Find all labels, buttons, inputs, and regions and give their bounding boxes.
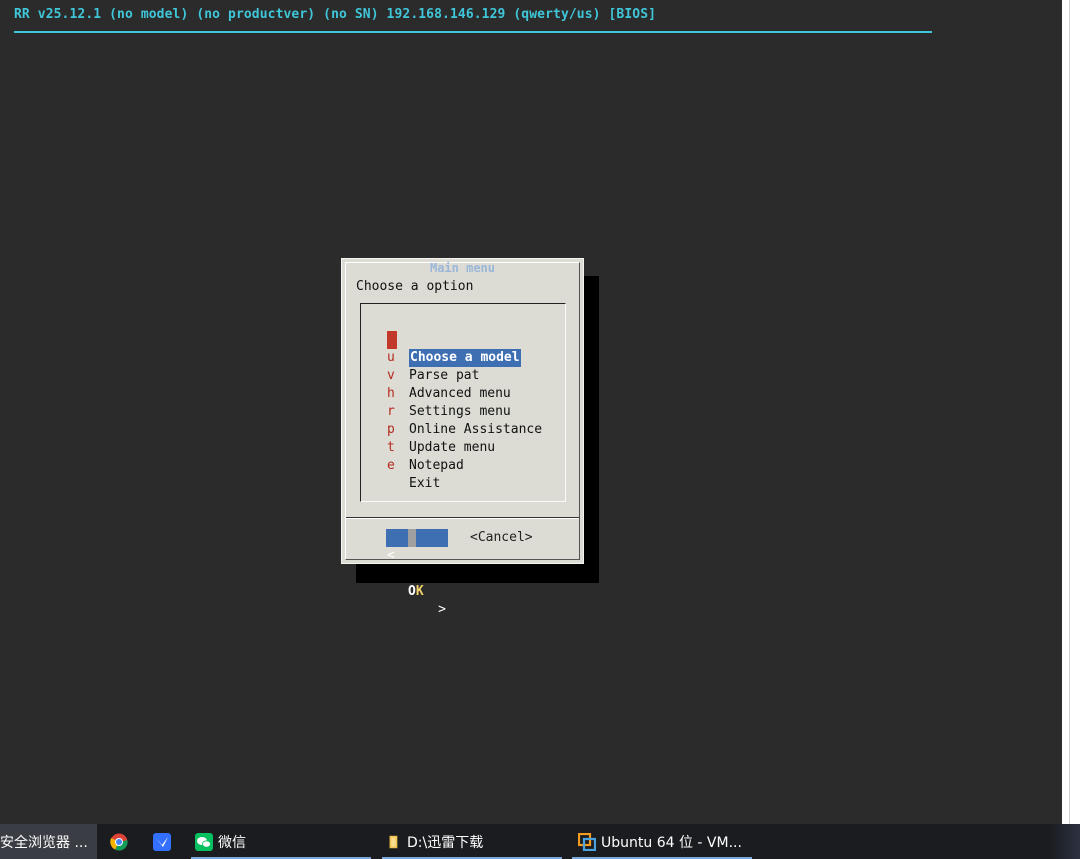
status-divider (14, 31, 932, 33)
taskbar-item-browser[interactable]: 安全浏览器 ... (0, 824, 97, 859)
ok-label: OK (408, 583, 424, 601)
ok-label-o: O (408, 584, 416, 599)
dialog-separator-highlight (346, 518, 579, 519)
window-right-edge (1062, 0, 1080, 824)
menu-label: Online Assistance (409, 422, 543, 437)
taskbar-item-vmware[interactable]: Ubuntu 64 位 - VM... (572, 824, 752, 859)
taskbar-item-chrome[interactable] (110, 824, 132, 859)
menu-label: Advanced menu (409, 386, 511, 401)
wechat-icon (195, 832, 213, 851)
ok-bracket-left: < (387, 548, 395, 563)
main-menu-dialog: Main menu Choose a option m Choose a mod… (341, 258, 584, 617)
text-cursor (408, 529, 416, 547)
menu-item-update-menu[interactable]: p Update menu (361, 403, 495, 455)
menu-item-online-assistance[interactable]: r Online Assistance (361, 385, 542, 437)
taskbar-item-feishu[interactable] (153, 824, 177, 859)
cancel-button[interactable]: <Cancel> (470, 529, 533, 547)
menu-label: Choose a model (409, 349, 521, 367)
ok-label-k: K (415, 584, 424, 599)
taskbar-label: 安全浏览器 ... (0, 834, 88, 851)
vm-console-screen[interactable]: RR v25.12.1 (no model) (no productver) (… (0, 0, 1062, 824)
feishu-icon (153, 832, 171, 851)
menu-item-choose-model[interactable]: m Choose a model (361, 313, 521, 367)
taskbar-label: 微信 (218, 834, 246, 851)
taskbar-label: D:\迅雷下载 (407, 834, 484, 851)
taskbar-tray-area (1050, 824, 1080, 859)
taskbar-label: Ubuntu 64 位 - VM... (601, 834, 742, 851)
menu-item-advanced-menu[interactable]: v Advanced menu (361, 349, 511, 401)
menu-item-notepad[interactable]: t Notepad (361, 421, 464, 473)
taskbar-item-wechat[interactable]: 微信 (191, 824, 371, 859)
menu-item-parse-pat[interactable]: u Parse pat (361, 331, 479, 383)
status-line: RR v25.12.1 (no model) (no productver) (… (14, 7, 657, 22)
ok-bracket-right: > (438, 602, 446, 617)
taskbar-item-folder[interactable]: D:\迅雷下载 (382, 824, 562, 859)
menu-key: e (387, 458, 395, 473)
ok-button[interactable]: < OK > (386, 529, 448, 617)
menu-list: m Choose a model u Parse pat v Advanced … (360, 303, 566, 502)
taskbar: 安全浏览器 ... 微信 D:\迅雷下载 Ubuntu 64 位 - VM... (0, 824, 1080, 859)
dialog-prompt: Choose a option (356, 279, 474, 294)
vmware-icon (578, 832, 596, 851)
menu-label: Exit (409, 476, 441, 491)
menu-label: Settings menu (409, 404, 511, 419)
folder-icon (389, 835, 398, 848)
chrome-icon (110, 833, 128, 851)
menu-item-settings-menu[interactable]: h Settings menu (361, 367, 511, 419)
menu-item-exit[interactable]: e Exit (361, 439, 440, 491)
dialog-title: Main menu (429, 261, 496, 275)
